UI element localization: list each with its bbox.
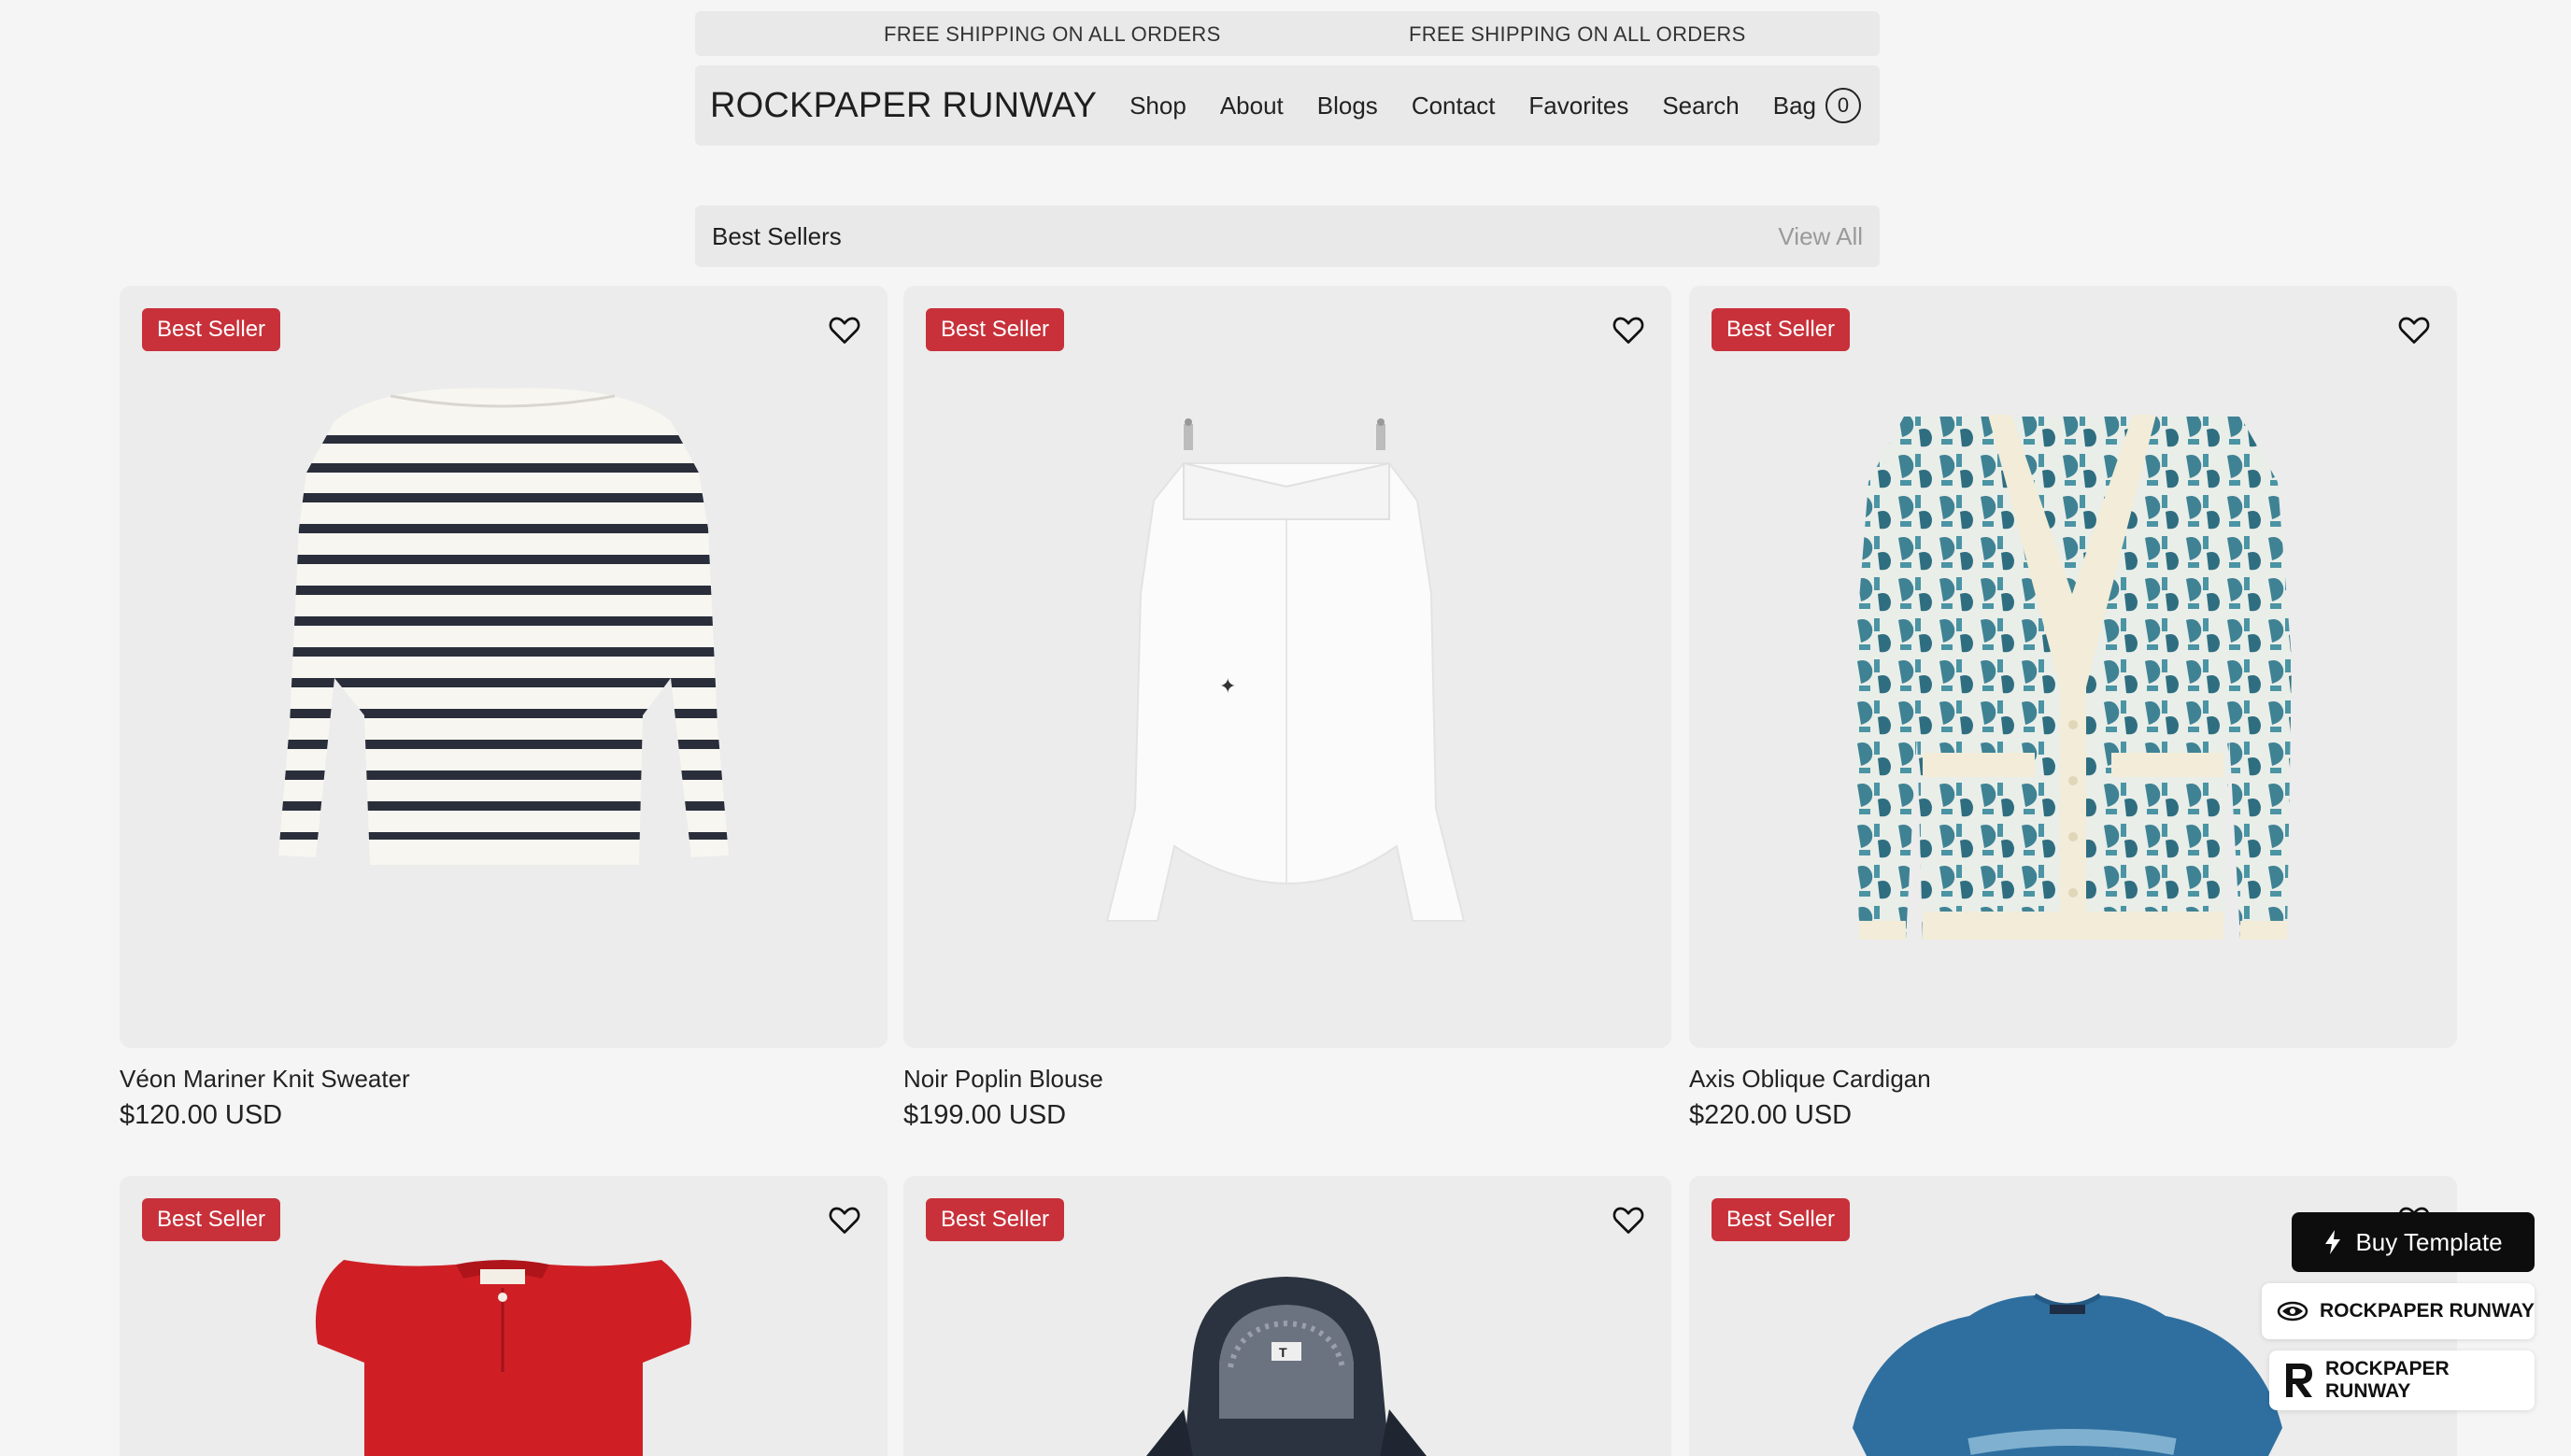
promo-bar: FREE SHIPPING ON ALL ORDERS FREE SHIPPIN… xyxy=(695,11,1880,56)
nav-blogs[interactable]: Blogs xyxy=(1317,92,1378,120)
product-name[interactable]: Axis Oblique Cardigan xyxy=(1689,1065,1931,1094)
bag-count-badge[interactable]: 0 xyxy=(1825,88,1861,123)
heart-icon[interactable] xyxy=(1612,1204,1645,1236)
nav-favorites[interactable]: Favorites xyxy=(1528,92,1628,120)
nav-search[interactable]: Search xyxy=(1662,92,1739,120)
product-image[interactable]: ✦ Best Seller xyxy=(903,286,1671,1048)
product-price: $199.00 USD xyxy=(903,1100,1067,1130)
striped-sweater-icon xyxy=(278,388,729,865)
brand-badge-rockpaper[interactable]: ROCKPAPER RUNWAY xyxy=(2269,1350,2535,1410)
brand-badge-framer[interactable]: ROCKPAPER RUNWAY xyxy=(2262,1283,2535,1339)
buy-template-label: Buy Template xyxy=(2355,1227,2503,1256)
heart-icon[interactable] xyxy=(828,314,861,346)
brand-badge-label: ROCKPAPER RUNWAY xyxy=(2320,1300,2535,1322)
svg-text:T: T xyxy=(1279,1345,1287,1360)
best-seller-badge: Best Seller xyxy=(1712,308,1851,351)
buy-template-button[interactable]: Buy Template xyxy=(2292,1212,2535,1272)
product-image[interactable]: Best Seller xyxy=(1689,286,2457,1048)
nav-shop[interactable]: Shop xyxy=(1129,92,1186,120)
section-title: Best Sellers xyxy=(712,222,842,250)
best-seller-badge: Best Seller xyxy=(1712,1198,1851,1241)
white-blouse-icon: ✦ xyxy=(1105,418,1466,922)
product-image[interactable]: Best Seller xyxy=(120,286,888,1048)
heart-icon[interactable] xyxy=(2397,314,2431,346)
product-image[interactable]: T Best Seller xyxy=(903,1176,1671,1456)
best-sellers-header: Best Sellers View All xyxy=(695,205,1880,267)
patterned-cardigan-icon xyxy=(1854,415,2292,940)
nav-bag[interactable]: Bag xyxy=(1773,92,1816,120)
brand-badge-label: ROCKPAPER RUNWAY xyxy=(2325,1358,2450,1402)
main-nav: Shop About Blogs Contact Favorites Searc… xyxy=(1129,65,1880,146)
brand-logo-icon xyxy=(2277,1301,2308,1322)
product-image[interactable]: Best Seller xyxy=(120,1176,888,1456)
header-navbar: ROCKPAPER RUNWAY Shop About Blogs Contac… xyxy=(695,65,1880,146)
product-name[interactable]: Noir Poplin Blouse xyxy=(903,1065,1103,1094)
heart-icon[interactable] xyxy=(828,1204,861,1236)
product-name[interactable]: Véon Mariner Knit Sweater xyxy=(120,1065,410,1094)
lightning-icon xyxy=(2325,1230,2341,1254)
r-logo-icon xyxy=(2284,1362,2314,1399)
best-seller-badge: Best Seller xyxy=(142,308,281,351)
promo-text-right: FREE SHIPPING ON ALL ORDERS xyxy=(1409,22,1746,46)
product-price: $220.00 USD xyxy=(1689,1100,1853,1130)
promo-text-left: FREE SHIPPING ON ALL ORDERS xyxy=(884,22,1221,46)
nav-about[interactable]: About xyxy=(1220,92,1284,120)
best-seller-badge: Best Seller xyxy=(926,1198,1065,1241)
site-logo[interactable]: ROCKPAPER RUNWAY xyxy=(710,86,1097,126)
svg-text:✦: ✦ xyxy=(1219,674,1236,698)
product-price: $120.00 USD xyxy=(120,1100,283,1130)
view-all-link[interactable]: View All xyxy=(1778,222,1863,251)
heart-icon[interactable] xyxy=(1612,314,1645,346)
nav-contact[interactable]: Contact xyxy=(1412,92,1496,120)
best-seller-badge: Best Seller xyxy=(142,1198,281,1241)
best-seller-badge: Best Seller xyxy=(926,308,1065,351)
